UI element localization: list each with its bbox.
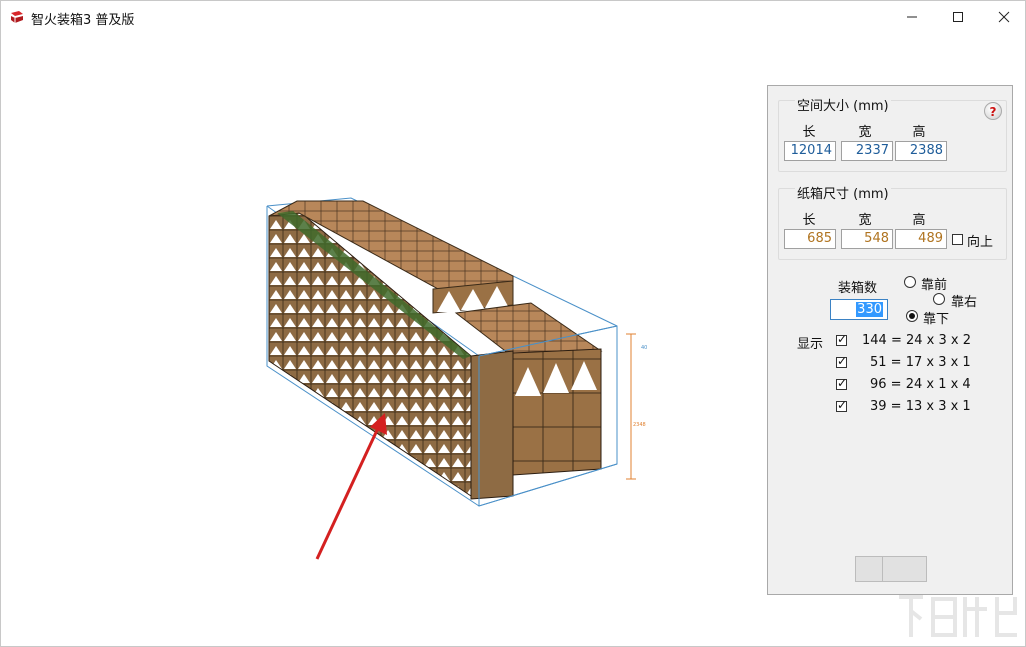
title-bar[interactable]: 智火装箱3 普及版	[1, 1, 1025, 33]
window-title: 智火装箱3 普及版	[31, 13, 135, 28]
carton-length-input[interactable]: 685	[784, 229, 836, 249]
carton-count-value: 330	[856, 302, 883, 317]
carton-length-label: 长	[802, 213, 816, 228]
align-right-label: 靠右	[951, 295, 978, 310]
space-length-input[interactable]: 12014	[784, 141, 836, 161]
align-bottom-radio[interactable]	[906, 310, 918, 322]
carton-height-input[interactable]: 489	[895, 229, 947, 249]
app-logo-icon	[11, 11, 23, 23]
combo-2-text: 51 = 17 x 3 x 1	[870, 355, 971, 370]
carton-count-input[interactable]: 330	[830, 299, 888, 320]
close-button[interactable]	[981, 1, 1026, 33]
combo-1-checkbox[interactable]	[836, 332, 847, 346]
show-label: 显示	[797, 337, 824, 352]
close-icon	[998, 11, 1010, 23]
carton-size-title: 纸箱尺寸 (mm)	[795, 183, 891, 202]
space-width-label: 宽	[858, 125, 872, 140]
carton-size-group: 纸箱尺寸 (mm) 长 宽 高 685 548 489 向上	[778, 183, 1007, 260]
combo-3-text: 96 = 24 x 1 x 4	[870, 377, 971, 392]
carton-width-label: 宽	[858, 213, 872, 228]
bottom-button-group	[855, 556, 927, 582]
combo-4-text: 39 = 13 x 3 x 1	[870, 399, 971, 414]
help-icon[interactable]: ?	[984, 102, 1002, 120]
annotation-arrow-icon	[315, 413, 387, 560]
align-right-radio[interactable]	[933, 293, 945, 305]
carton-height-label: 高	[912, 213, 926, 228]
space-size-title: 空间大小 (mm)	[795, 95, 891, 114]
minimize-button[interactable]	[889, 1, 935, 33]
dim-label-top: 40	[641, 345, 647, 351]
combo-3-checkbox[interactable]	[836, 376, 847, 390]
space-height-label: 高	[912, 125, 926, 140]
bottom-left-button[interactable]	[856, 557, 883, 581]
minimize-icon	[907, 16, 917, 18]
upright-checkbox[interactable]	[952, 234, 963, 245]
bottom-right-button[interactable]	[883, 557, 926, 581]
container-3d-viewport[interactable]: 40 2348	[1, 33, 761, 645]
cargo-lower-top	[454, 302, 603, 358]
settings-panel: 空间大小 (mm) 长 宽 高 12014 2337 2388 ? 纸箱尺寸 (…	[767, 85, 1013, 595]
carton-width-input[interactable]: 548	[841, 229, 893, 249]
combo-4-checkbox[interactable]	[836, 398, 847, 412]
watermark-logo-icon	[899, 595, 1017, 637]
upright-label: 向上	[967, 235, 994, 250]
combo-1-text: 144 = 24 x 3 x 2	[862, 333, 971, 348]
space-length-label: 长	[802, 125, 816, 140]
combo-2-checkbox[interactable]	[836, 354, 847, 368]
count-label: 装箱数	[838, 281, 878, 296]
maximize-icon	[953, 12, 963, 22]
align-front-label: 靠前	[921, 278, 948, 293]
space-size-group: 空间大小 (mm) 长 宽 高 12014 2337 2388	[778, 95, 1007, 172]
align-front-radio[interactable]	[904, 276, 916, 288]
dim-label-height: 2348	[633, 422, 646, 428]
app-window: 智火装箱3 普及版 40 2348 空间大小 (mm) 长 宽 高 12014 …	[0, 0, 1026, 647]
maximize-button[interactable]	[935, 1, 981, 33]
height-dimension: 40 2348	[626, 333, 647, 480]
align-bottom-label: 靠下	[923, 312, 950, 327]
cargo-front-block	[470, 350, 514, 500]
space-width-input[interactable]: 2337	[841, 141, 893, 161]
space-height-input[interactable]: 2388	[895, 141, 947, 161]
